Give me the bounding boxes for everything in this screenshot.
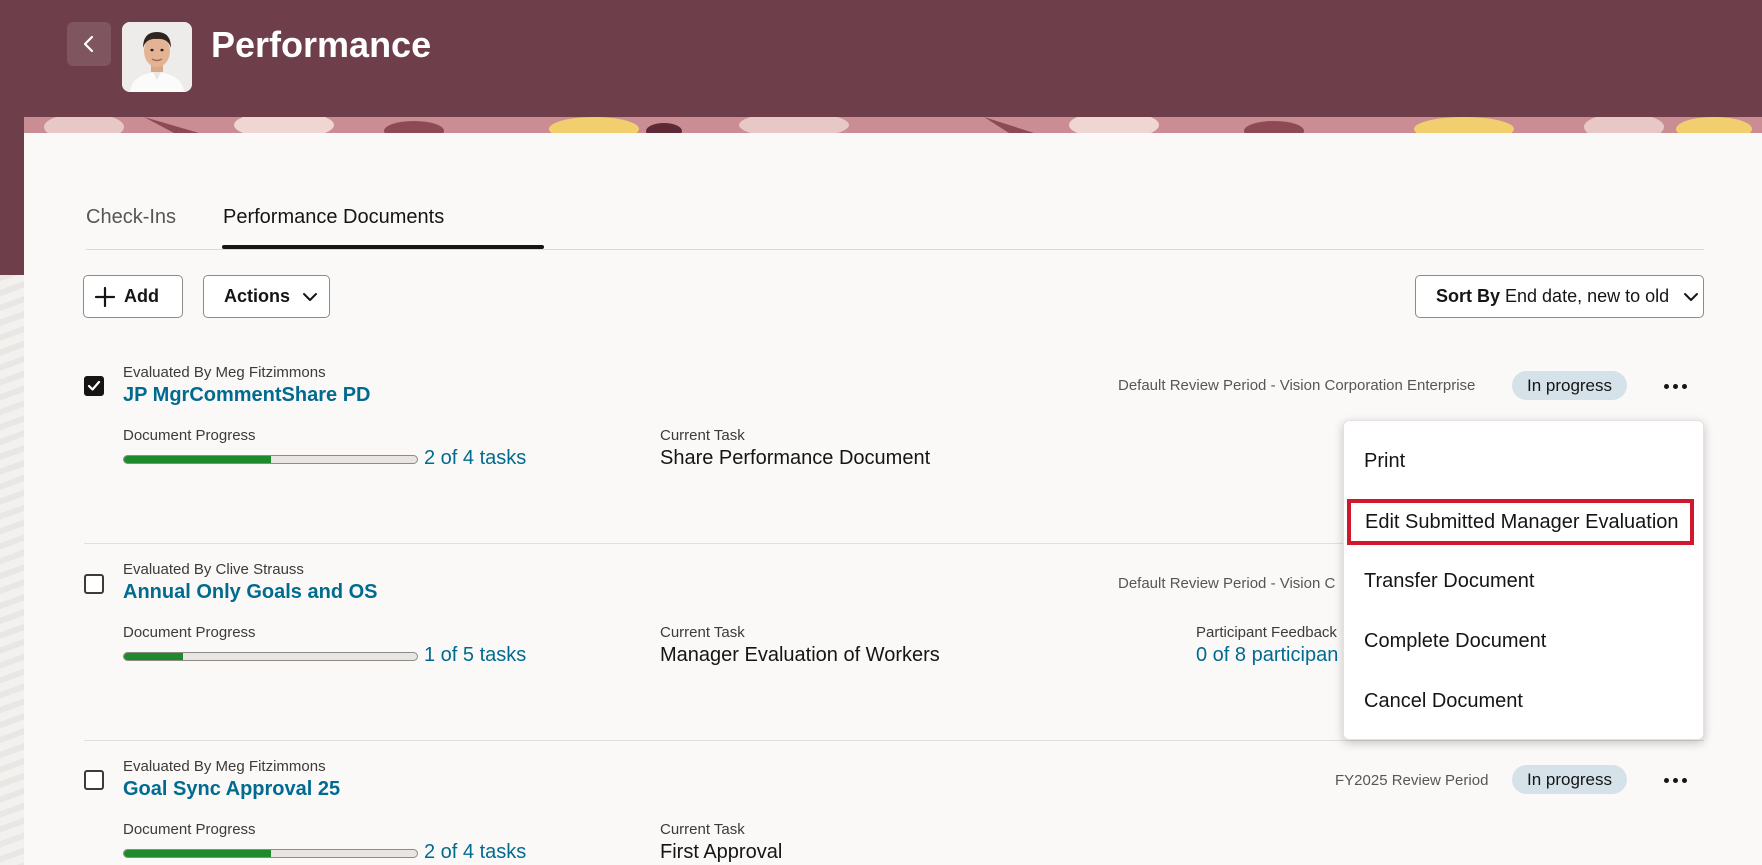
document-progress-bar bbox=[123, 849, 418, 858]
document-checkbox[interactable] bbox=[84, 574, 104, 594]
add-button-label: Add bbox=[124, 286, 159, 306]
page-title: Performance bbox=[211, 24, 432, 65]
side-pattern bbox=[0, 275, 24, 865]
document-progress-bar bbox=[123, 455, 418, 464]
document-title-link[interactable]: JP MgrCommentShare PD bbox=[123, 384, 370, 407]
current-task-label: Current Task bbox=[660, 821, 745, 838]
tab-bar: Check-Ins Performance Documents bbox=[86, 190, 1704, 250]
review-period: Default Review Period - Vision Corporati… bbox=[1118, 377, 1476, 394]
sort-by-select[interactable]: Sort By End date, new to old bbox=[1415, 275, 1704, 318]
actions-button-label: Actions bbox=[224, 286, 291, 306]
document-checkbox[interactable] bbox=[84, 376, 104, 396]
tab-performance-documents[interactable]: Performance Documents bbox=[223, 206, 444, 229]
plus-icon bbox=[94, 286, 116, 307]
more-options-button[interactable] bbox=[1658, 371, 1692, 401]
active-tab-indicator bbox=[222, 245, 544, 249]
menu-item-complete-document[interactable]: Complete Document bbox=[1344, 618, 1703, 664]
ellipsis-icon bbox=[1663, 383, 1669, 389]
status-badge: In progress bbox=[1512, 765, 1627, 794]
sort-by-value: End date, new to old bbox=[1505, 286, 1670, 306]
evaluated-by: Evaluated By Clive Strauss bbox=[123, 561, 304, 578]
current-task-label: Current Task bbox=[660, 427, 745, 444]
document-checkbox[interactable] bbox=[84, 770, 104, 790]
avatar bbox=[122, 22, 192, 92]
document-title-link[interactable]: Goal Sync Approval 25 bbox=[123, 778, 340, 801]
chevron-down-icon bbox=[303, 292, 318, 301]
document-progress-label: Document Progress bbox=[123, 624, 256, 641]
add-button[interactable]: Add bbox=[83, 275, 183, 318]
menu-item-transfer-document[interactable]: Transfer Document bbox=[1344, 558, 1703, 604]
status-badge: In progress bbox=[1512, 371, 1627, 400]
current-task-label: Current Task bbox=[660, 624, 745, 641]
document-title-link[interactable]: Annual Only Goals and OS bbox=[123, 581, 377, 604]
document-progress-label: Document Progress bbox=[123, 821, 256, 838]
document-progress-label: Document Progress bbox=[123, 427, 256, 444]
evaluated-by: Evaluated By Meg Fitzimmons bbox=[123, 758, 326, 775]
sort-by-prefix: Sort By bbox=[1436, 286, 1501, 306]
document-progress-bar bbox=[123, 652, 418, 661]
evaluated-by: Evaluated By Meg Fitzimmons bbox=[123, 364, 326, 381]
actions-menu-button[interactable]: Actions bbox=[203, 275, 330, 318]
progress-tasks-link[interactable]: 1 of 5 tasks bbox=[424, 644, 526, 667]
ellipsis-icon bbox=[1663, 777, 1669, 783]
checkmark-icon bbox=[87, 380, 101, 391]
more-options-menu: Print Edit Submitted Manager Evaluation … bbox=[1343, 420, 1704, 740]
current-task-value: First Approval bbox=[660, 841, 783, 863]
chevron-down-icon bbox=[1684, 292, 1699, 301]
current-task-value: Manager Evaluation of Workers bbox=[660, 644, 940, 666]
menu-item-cancel-document[interactable]: Cancel Document bbox=[1344, 678, 1703, 724]
current-task-value: Share Performance Document bbox=[660, 447, 931, 469]
decorative-banner bbox=[24, 117, 1762, 133]
chevron-left-icon bbox=[83, 35, 94, 53]
participant-feedback-link[interactable]: 0 of 8 participan bbox=[1196, 644, 1343, 667]
row-divider bbox=[84, 740, 1704, 741]
menu-item-edit-submitted-manager-evaluation[interactable]: Edit Submitted Manager Evaluation bbox=[1347, 499, 1694, 545]
menu-item-print[interactable]: Print bbox=[1344, 438, 1703, 484]
tab-check-ins[interactable]: Check-Ins bbox=[86, 206, 176, 229]
progress-tasks-link[interactable]: 2 of 4 tasks bbox=[424, 447, 526, 470]
review-period: Default Review Period - Vision C bbox=[1118, 575, 1336, 592]
progress-tasks-link[interactable]: 2 of 4 tasks bbox=[424, 841, 526, 864]
more-options-button[interactable] bbox=[1658, 765, 1692, 795]
review-period: FY2025 Review Period bbox=[1335, 772, 1489, 789]
back-button[interactable] bbox=[67, 22, 111, 66]
participant-feedback-label: Participant Feedback bbox=[1196, 624, 1337, 641]
